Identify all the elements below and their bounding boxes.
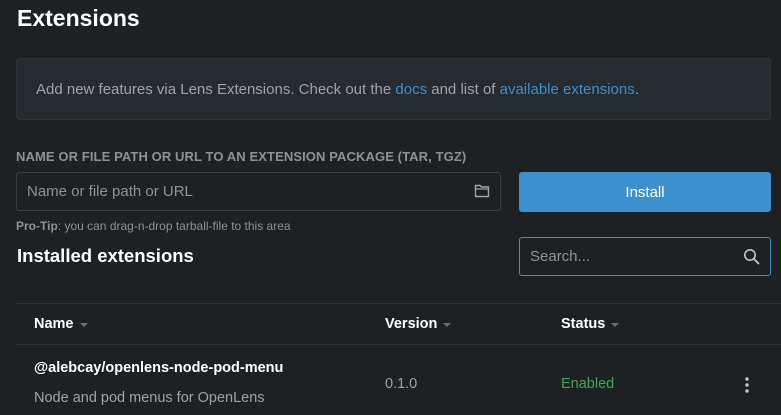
extension-name: @alebcay/openlens-node-pod-menu (34, 360, 284, 376)
pro-tip-text: : you can drag-n-drop tarball-file to th… (57, 219, 291, 233)
sort-icon (79, 323, 88, 327)
search-input[interactable] (520, 238, 735, 275)
search-field (519, 237, 771, 276)
installed-extensions-title: Installed extensions (17, 245, 194, 266)
pro-tip: Pro-Tip: you can drag-n-drop tarball-fil… (16, 219, 291, 233)
page-title: Extensions (17, 5, 140, 31)
pro-tip-label: Pro-Tip (16, 219, 58, 233)
sort-icon (443, 323, 452, 327)
info-text-part: and list of (427, 80, 500, 98)
column-header-label: Status (561, 316, 606, 332)
column-header-label: Version (385, 316, 438, 332)
extension-description: Node and pod menus for OpenLens (34, 390, 265, 406)
folder-icon[interactable] (474, 184, 490, 198)
extension-path-input[interactable] (17, 173, 457, 210)
column-header-status[interactable]: Status (561, 316, 620, 332)
sort-icon (611, 323, 620, 327)
table-header: Name Version Status (16, 304, 781, 345)
info-text-part: Add new features via Lens Extensions. Ch… (36, 80, 396, 98)
more-menu-icon[interactable] (742, 375, 752, 395)
extensions-page: Extensions Add new features via Lens Ext… (0, 0, 781, 415)
search-icon[interactable] (743, 248, 760, 265)
extension-status: Enabled (561, 376, 615, 392)
available-extensions-link[interactable]: available extensions (500, 81, 635, 98)
info-text-part: . (634, 80, 639, 98)
extension-path-label: NAME OR FILE PATH OR URL TO AN EXTENSION… (16, 149, 467, 164)
extension-version: 0.1.0 (385, 376, 418, 392)
info-banner: Add new features via Lens Extensions. Ch… (16, 58, 771, 120)
info-text: Add new features via Lens Extensions. Ch… (36, 81, 639, 98)
docs-link[interactable]: docs (395, 81, 427, 98)
column-header-label: Name (34, 316, 74, 332)
column-header-version[interactable]: Version (385, 316, 452, 332)
table-row[interactable]: @alebcay/openlens-node-pod-menu Node and… (16, 345, 781, 415)
extensions-table: Name Version Status @alebcay/openlens-no… (16, 303, 781, 415)
install-button[interactable]: Install (519, 172, 771, 212)
column-header-name[interactable]: Name (34, 316, 88, 332)
extension-path-field (16, 172, 501, 211)
